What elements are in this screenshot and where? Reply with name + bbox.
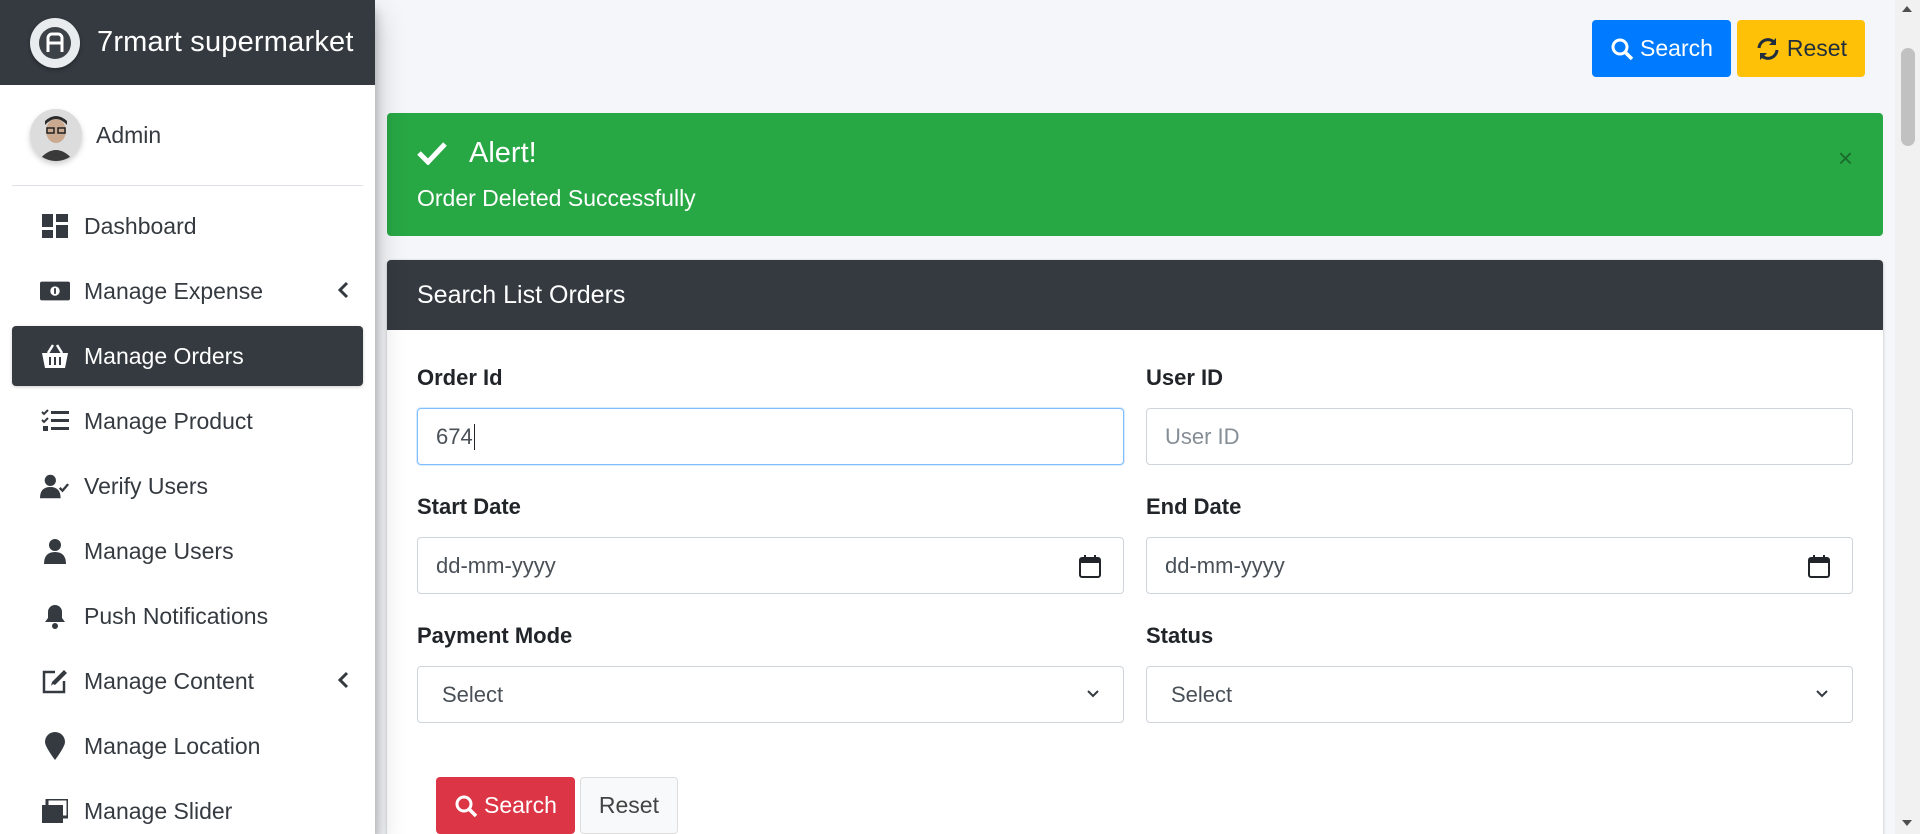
search-form: Order Id 674 User ID User ID Start Date … [417,360,1853,747]
sidebar-item-label: Manage Product [84,407,253,434]
end-date-label: End Date [1146,494,1242,519]
user-id-group: User ID User ID [1146,360,1853,489]
chevron-left-icon [337,279,349,306]
sidebar-item-dashboard[interactable]: Dashboard [12,196,363,256]
status-label: Status [1146,623,1214,648]
check-icon [417,142,447,165]
end-date-placeholder: dd-mm-yyyy [1165,552,1285,578]
tasks-icon [40,406,70,436]
bell-icon [40,601,70,631]
sidebar-item-label: Dashboard [84,212,197,239]
top-reset-label: Reset [1786,35,1847,61]
top-reset-button[interactable]: Reset [1736,20,1865,77]
search-orders-card: Search List Orders Order Id 674 User ID … [387,260,1883,834]
scroll-up-arrow-icon[interactable] [1902,6,1912,12]
search-icon [455,795,478,817]
sidebar-item-manage-users[interactable]: Manage Users [12,521,363,581]
payment-mode-label: Payment Mode [417,623,573,648]
order-id-group: Order Id 674 [417,360,1124,489]
main-content: Search Reset Alert! Order Deleted Succes… [375,0,1895,834]
user-panel[interactable]: Admin [12,85,363,186]
brand-logo-icon [30,17,80,68]
status-group: Status Select [1146,618,1853,747]
dashboard-icon [40,211,70,241]
alert-title-text: Alert! [469,136,537,169]
status-selected: Select [1171,681,1233,707]
sidebar-item-label: Push Notifications [84,602,269,629]
order-id-label: Order Id [417,365,503,390]
sidebar-item-manage-location[interactable]: Manage Location [12,716,363,776]
text-caret [473,423,475,450]
form-reset-button[interactable]: Reset [579,777,678,834]
chevron-down-icon [1085,683,1101,711]
brand-name: 7rmart supermarket [97,26,354,58]
start-date-placeholder: dd-mm-yyyy [436,552,556,578]
sidebar-item-label: Manage Users [84,537,234,564]
top-search-label: Search [1640,35,1713,61]
status-select[interactable]: Select [1146,666,1853,723]
calendar-icon[interactable] [1079,554,1101,584]
payment-mode-select[interactable]: Select [417,666,1124,723]
sidebar-item-label: Manage Expense [84,277,264,304]
sidebar-item-label: Verify Users [84,472,208,499]
chevron-down-icon [1814,683,1830,711]
alert-message: Order Deleted Successfully [417,185,696,211]
user-id-placeholder: User ID [1165,423,1240,449]
sidebar-nav: Dashboard Manage Expense Manage Orders M… [0,196,375,834]
form-search-label: Search [484,792,557,818]
sync-icon [1757,37,1779,60]
search-icon [1611,38,1634,60]
money-bill-icon [40,276,70,306]
alert-title: Alert! [417,133,1853,173]
sidebar-item-label: Manage Orders [84,342,244,369]
sidebar-item-manage-orders[interactable]: Manage Orders [12,326,363,386]
slider-icon [40,796,70,826]
scroll-down-arrow-icon[interactable] [1902,820,1912,826]
edit-icon [40,666,70,696]
form-actions: Search Reset [436,777,678,834]
user-icon [40,536,70,566]
end-date-input[interactable]: dd-mm-yyyy [1146,537,1853,594]
user-name: Admin [96,121,162,148]
start-date-label: Start Date [417,494,521,519]
sidebar-item-verify-users[interactable]: Verify Users [12,456,363,516]
sidebar-item-manage-slider[interactable]: Manage Slider [12,781,363,834]
alert-close-button[interactable]: × [1838,143,1853,174]
form-reset-label: Reset [598,792,659,818]
user-id-input[interactable]: User ID [1146,408,1853,465]
end-date-group: End Date dd-mm-yyyy [1146,489,1853,618]
brand-link[interactable]: 7rmart supermarket [0,0,375,85]
sidebar-item-label: Manage Location [84,732,261,759]
success-alert: Alert! Order Deleted Successfully × [387,113,1883,236]
payment-mode-group: Payment Mode Select [417,618,1124,747]
start-date-input[interactable]: dd-mm-yyyy [417,537,1124,594]
user-check-icon [40,471,70,501]
top-actions: Search Reset [1592,20,1865,77]
basket-icon [40,341,70,371]
avatar [30,109,82,161]
scroll-thumb[interactable] [1901,48,1915,146]
user-id-label: User ID [1146,365,1224,390]
chevron-left-icon [337,669,349,696]
form-search-button[interactable]: Search [436,777,575,834]
sidebar-item-manage-expense[interactable]: Manage Expense [12,261,363,321]
sidebar-item-push-notifications[interactable]: Push Notifications [12,586,363,646]
calendar-icon[interactable] [1808,554,1830,584]
sidebar: 7rmart supermarket Admin Dashboard Manag… [0,0,375,834]
top-search-button[interactable]: Search [1592,20,1731,77]
sidebar-item-manage-product[interactable]: Manage Product [12,391,363,451]
start-date-group: Start Date dd-mm-yyyy [417,489,1124,618]
sidebar-item-label: Manage Slider [84,797,233,824]
card-title: Search List Orders [387,260,1883,330]
order-id-value: 674 [436,423,473,449]
map-marker-icon [40,731,70,761]
sidebar-item-manage-content[interactable]: Manage Content [12,651,363,711]
payment-mode-selected: Select [442,681,504,707]
sidebar-item-label: Manage Content [84,667,255,694]
order-id-input[interactable]: 674 [417,408,1124,465]
page-scrollbar[interactable] [1895,0,1920,834]
